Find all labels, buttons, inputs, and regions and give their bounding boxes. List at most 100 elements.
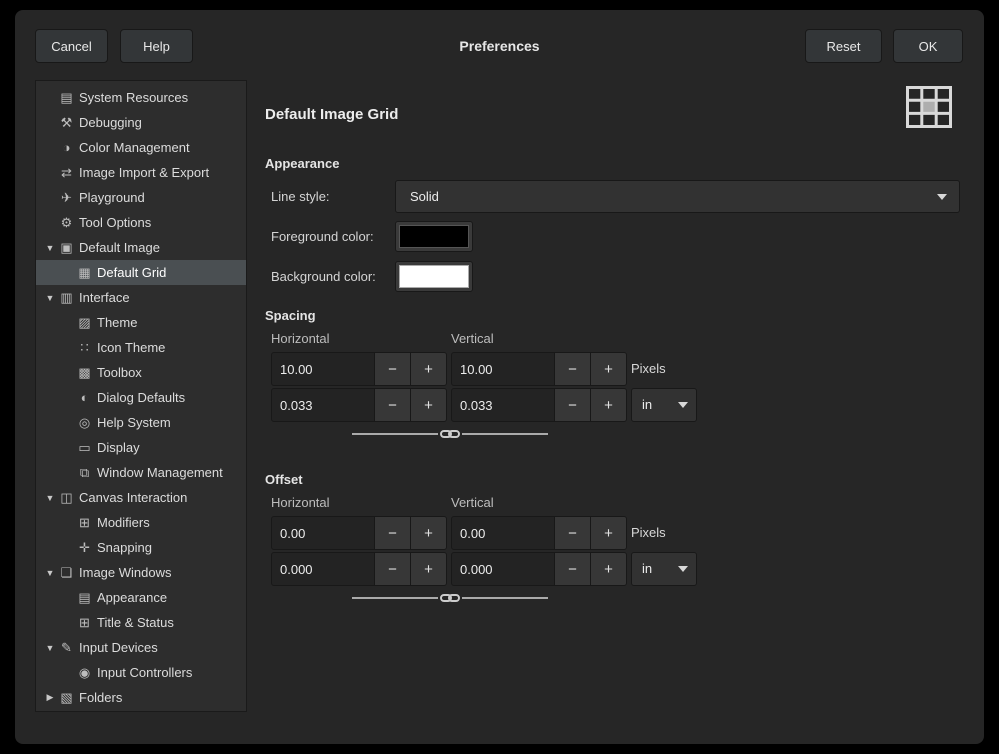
minus-icon: − xyxy=(388,397,397,414)
input-controllers-icon: ◉ xyxy=(76,665,93,681)
sidebar-item-label: Folders xyxy=(79,690,122,705)
offset-horizontal-unit-input[interactable] xyxy=(271,552,375,586)
offset-vertical-unit-increment-button[interactable]: + xyxy=(590,552,627,586)
offset-vertical-unit-decrement-button[interactable]: − xyxy=(554,552,591,586)
spacing-pixels-unit-label: Pixels xyxy=(631,352,666,386)
sidebar-item-icon-theme[interactable]: ∷Icon Theme xyxy=(36,335,246,360)
foreground-color-label: Foreground color: xyxy=(271,221,374,252)
sidebar-item-tool-options[interactable]: ⚙Tool Options xyxy=(36,210,246,235)
offset-horizontal-unit-decrement-button[interactable]: − xyxy=(374,552,411,586)
background-color-button[interactable] xyxy=(395,261,473,292)
reset-button[interactable]: Reset xyxy=(805,29,882,63)
tree-expander-expanded-icon[interactable]: ▼ xyxy=(42,568,58,578)
sidebar-item-toolbox[interactable]: ▩Toolbox xyxy=(36,360,246,385)
sidebar-item-image-import-export[interactable]: ⇄Image Import & Export xyxy=(36,160,246,185)
sidebar-item-label: Appearance xyxy=(97,590,167,605)
offset-horizontal-pixels-increment-button[interactable]: + xyxy=(410,516,447,550)
sidebar-item-color-management[interactable]: ◑Color Management xyxy=(36,135,246,160)
spacing-horizontal-unit-input[interactable] xyxy=(271,388,375,422)
sidebar-item-debugging[interactable]: ⚒Debugging xyxy=(36,110,246,135)
spacing-horizontal-unit-decrement-button[interactable]: − xyxy=(374,388,411,422)
sidebar-item-label: Default Grid xyxy=(97,265,166,280)
offset-unit-select[interactable]: in xyxy=(631,552,697,586)
spacing-horizontal-pixels-decrement-button[interactable]: − xyxy=(374,352,411,386)
spacing-vertical-unit-decrement-button[interactable]: − xyxy=(554,388,591,422)
sidebar-item-default-image[interactable]: ▼▣Default Image xyxy=(36,235,246,260)
sidebar-item-default-grid[interactable]: ▦Default Grid xyxy=(36,260,246,285)
spacing-horizontal-pixels-input[interactable] xyxy=(271,352,375,386)
spacing-vertical-unit-increment-button[interactable]: + xyxy=(590,388,627,422)
plus-icon: + xyxy=(604,361,613,378)
offset-vertical-pixels-decrement-button[interactable]: − xyxy=(554,516,591,550)
chain-icon xyxy=(438,592,462,604)
tree-expander-expanded-icon[interactable]: ▼ xyxy=(42,293,58,303)
spacing-unit-select[interactable]: in xyxy=(631,388,697,422)
offset-horizontal-pixels-decrement-button[interactable]: − xyxy=(374,516,411,550)
line-style-label: Line style: xyxy=(271,180,330,213)
sidebar-item-theme[interactable]: ▨Theme xyxy=(36,310,246,335)
sidebar-item-display[interactable]: ▭Display xyxy=(36,435,246,460)
tree-expander-collapsed-icon[interactable]: ▶ xyxy=(42,692,58,703)
image-import-export-icon: ⇄ xyxy=(58,165,75,181)
input-devices-icon: ✎ xyxy=(58,640,75,656)
offset-chain-button[interactable] xyxy=(352,590,548,606)
line-style-select[interactable]: Solid xyxy=(395,180,960,213)
sidebar-item-window-management[interactable]: ⧉Window Management xyxy=(36,460,246,485)
tree-expander-expanded-icon[interactable]: ▼ xyxy=(42,243,58,253)
help-system-icon: ◎ xyxy=(76,415,93,431)
sidebar-item-folders[interactable]: ▶▧Folders xyxy=(36,685,246,710)
sidebar-item-label: Title & Status xyxy=(97,615,174,630)
offset-horizontal-unit-increment-button[interactable]: + xyxy=(410,552,447,586)
sidebar-item-label: Window Management xyxy=(97,465,223,480)
offset-horizontal-unit-spinbox: − + xyxy=(271,552,447,586)
sidebar-item-interface[interactable]: ▼▥Interface xyxy=(36,285,246,310)
spacing-vertical-pixels-decrement-button[interactable]: − xyxy=(554,352,591,386)
sidebar-item-appearance[interactable]: ▤Appearance xyxy=(36,585,246,610)
background-color-label: Background color: xyxy=(271,261,376,292)
sidebar-item-canvas-interaction[interactable]: ▼◫Canvas Interaction xyxy=(36,485,246,510)
sidebar-item-label: Image Windows xyxy=(79,565,171,580)
tree-expander-expanded-icon[interactable]: ▼ xyxy=(42,493,58,503)
offset-vertical-pixels-input[interactable] xyxy=(451,516,555,550)
display-icon: ▭ xyxy=(76,440,93,456)
offset-horizontal-pixels-input[interactable] xyxy=(271,516,375,550)
debugging-icon: ⚒ xyxy=(58,115,75,131)
image-windows-icon: ❏ xyxy=(58,565,75,581)
sidebar-item-modifiers[interactable]: ⊞Modifiers xyxy=(36,510,246,535)
ok-button[interactable]: OK xyxy=(893,29,963,63)
modifiers-icon: ⊞ xyxy=(76,515,93,531)
spacing-horizontal-unit-increment-button[interactable]: + xyxy=(410,388,447,422)
spacing-horizontal-pixels-increment-button[interactable]: + xyxy=(410,352,447,386)
sidebar-item-title-status[interactable]: ⊞ Title & Status xyxy=(36,610,246,635)
sidebar-item-help-system[interactable]: ◎Help System xyxy=(36,410,246,435)
spacing-vertical-pixels-input[interactable] xyxy=(451,352,555,386)
title-status-icon: ⊞ xyxy=(76,615,93,631)
sidebar-item-snapping[interactable]: ✛Snapping xyxy=(36,535,246,560)
default-image-icon: ▣ xyxy=(58,240,75,256)
tree-expander-expanded-icon[interactable]: ▼ xyxy=(42,643,58,653)
foreground-color-swatch xyxy=(399,225,469,248)
sidebar-item-dialog-defaults[interactable]: ◐Dialog Defaults xyxy=(36,385,246,410)
sidebar-item-input-controllers[interactable]: ◉ Input Controllers xyxy=(36,660,246,685)
tool-options-icon: ⚙ xyxy=(58,215,75,231)
offset-vertical-unit-input[interactable] xyxy=(451,552,555,586)
sidebar-item-input-devices[interactable]: ▼✎Input Devices xyxy=(36,635,246,660)
offset-vertical-label: Vertical xyxy=(451,495,494,510)
titlebar: Cancel Help Preferences Reset OK xyxy=(15,10,984,76)
offset-vertical-pixels-increment-button[interactable]: + xyxy=(590,516,627,550)
sidebar-item-playground[interactable]: ✈Playground xyxy=(36,185,246,210)
sidebar-item-label: Canvas Interaction xyxy=(79,490,187,505)
spacing-chain-button[interactable] xyxy=(352,426,548,442)
icon-theme-icon: ∷ xyxy=(76,340,93,356)
sidebar-item-label: Input Controllers xyxy=(97,665,192,680)
sidebar-item-system-resources[interactable]: ▤System Resources xyxy=(36,85,246,110)
page-title: Default Image Grid xyxy=(265,106,398,123)
spacing-vertical-pixels-increment-button[interactable]: + xyxy=(590,352,627,386)
spacing-vertical-unit-input[interactable] xyxy=(451,388,555,422)
chain-line xyxy=(352,597,438,599)
sidebar-item-image-windows[interactable]: ▼❏ Image Windows xyxy=(36,560,246,585)
foreground-color-button[interactable] xyxy=(395,221,473,252)
sidebar-item-label: System Resources xyxy=(79,90,188,105)
line-style-value: Solid xyxy=(410,181,439,212)
plus-icon: + xyxy=(604,561,613,578)
